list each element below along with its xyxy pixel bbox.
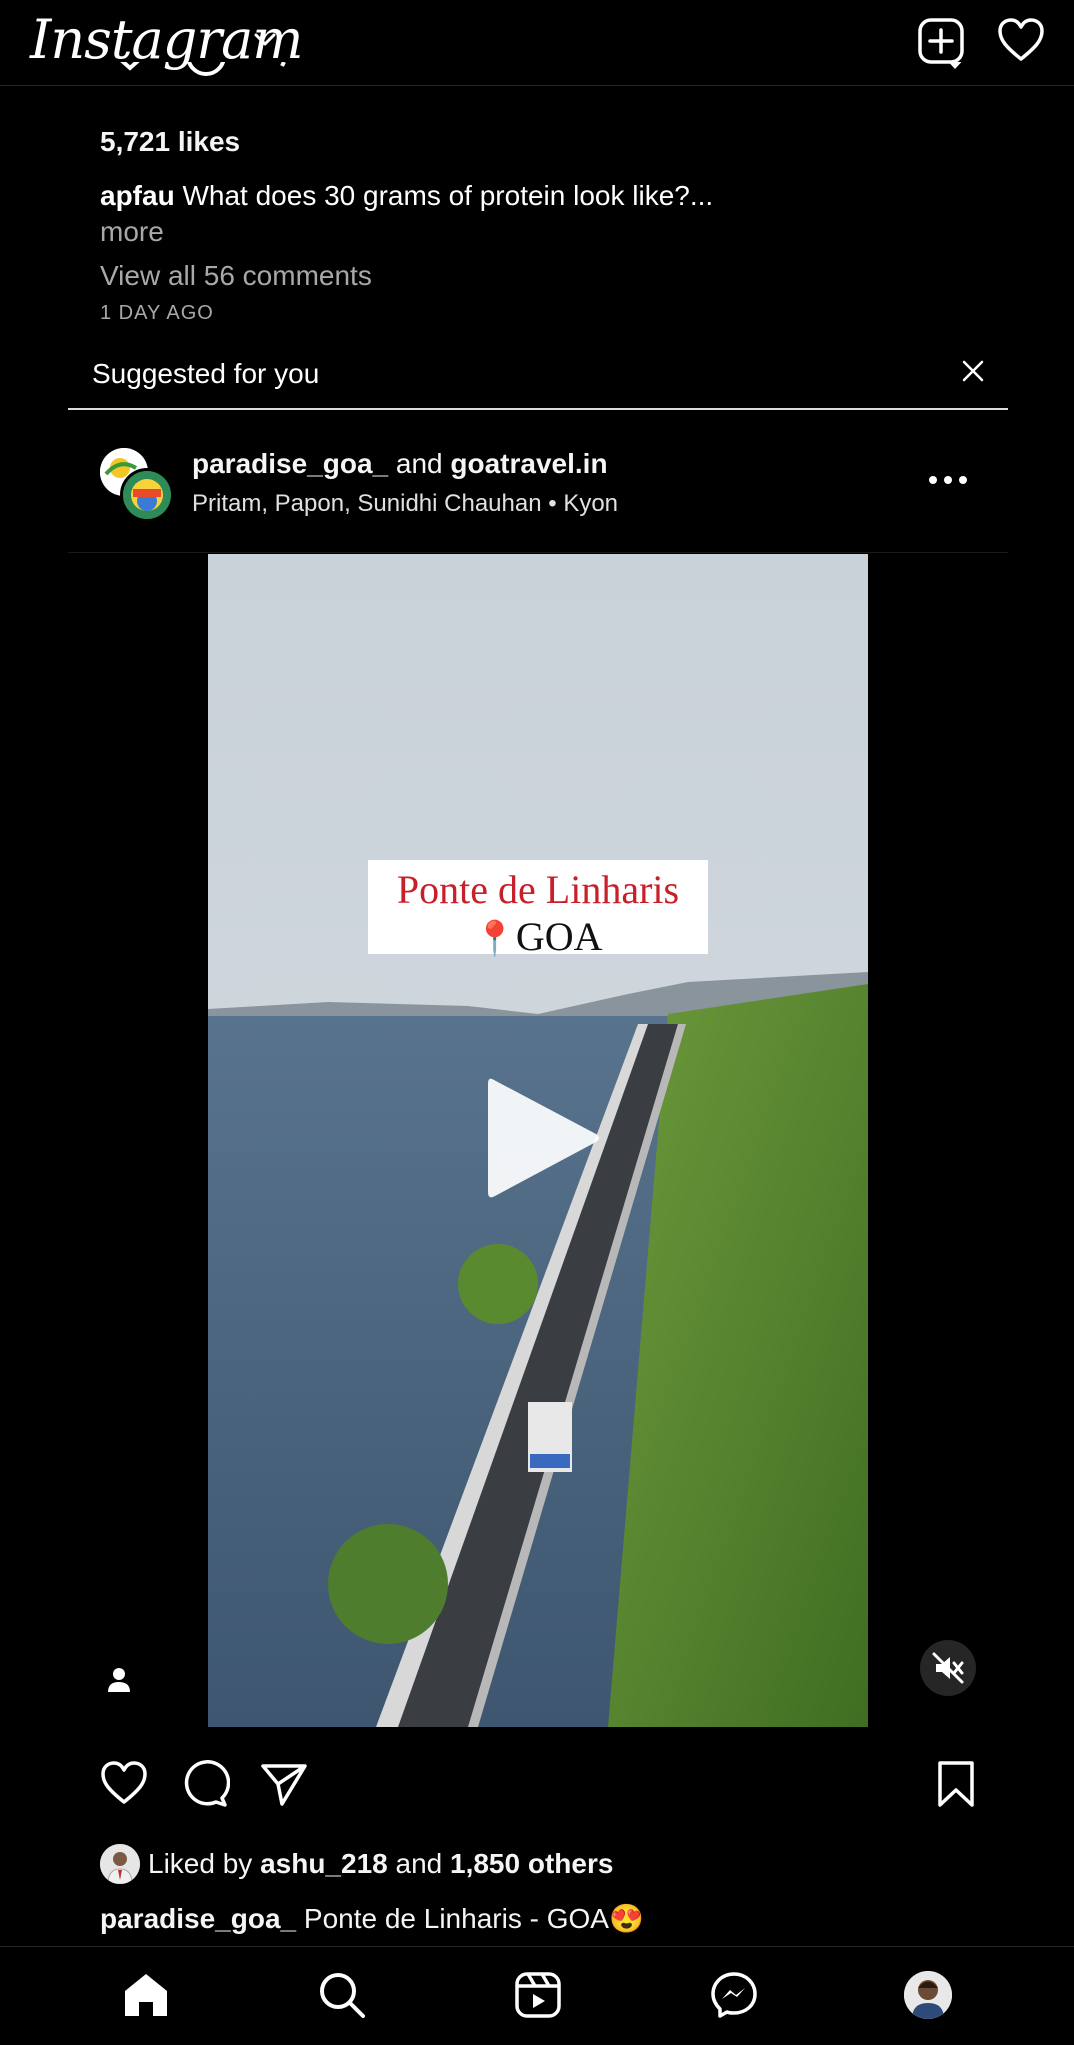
search-icon[interactable]: [316, 1969, 368, 2021]
collab-avatars[interactable]: [100, 448, 174, 522]
and-text: and: [395, 448, 443, 479]
overlay-line-2-text: GOA: [515, 914, 603, 959]
username-2[interactable]: goatravel.in: [450, 448, 607, 479]
view-comments-link[interactable]: View all 56 comments: [100, 260, 372, 292]
overlay-line-2: 📍GOA: [368, 913, 708, 960]
post-timestamp: 1 DAY AGO: [100, 302, 214, 324]
audio-song: Kyon: [563, 490, 619, 517]
username-1[interactable]: paradise_goa_: [192, 448, 388, 479]
heart-eyes-emoji: 😍: [608, 1903, 644, 1934]
liked-username[interactable]: ashu_218: [260, 1848, 388, 1879]
comment-icon[interactable]: [178, 1758, 230, 1810]
tagged-people-icon[interactable]: [103, 1664, 135, 1696]
profile-avatar[interactable]: [904, 1971, 952, 2019]
post-usernames: paradise_goa_ and goatravel.in: [192, 448, 608, 480]
post-actions: [0, 1758, 1074, 1818]
reels-icon[interactable]: [512, 1969, 564, 2021]
audio-info[interactable]: Pritam, Papon, Sunidhi Chauhan • Kyon: [192, 490, 618, 518]
audio-separator: •: [548, 490, 557, 517]
liked-prefix: Liked by: [148, 1848, 253, 1879]
top-bar: Instagram: [0, 0, 1074, 86]
heart-icon[interactable]: [996, 16, 1046, 66]
caption-text: Ponte de Linharis - GOA: [303, 1903, 609, 1934]
suggested-header: Suggested for you: [68, 338, 1008, 410]
suggested-label: Suggested for you: [92, 358, 320, 389]
video-overlay-title: Ponte de Linharis 📍GOA: [368, 860, 708, 959]
speaker-muted-icon: [932, 1652, 964, 1684]
liked-and: and: [395, 1848, 443, 1879]
liked-others[interactable]: 1,850 others: [450, 1848, 613, 1879]
messenger-icon[interactable]: [708, 1969, 760, 2021]
reel-video[interactable]: Ponte de Linharis 📍GOA: [208, 554, 868, 1727]
location-pin-icon: 📍: [473, 921, 516, 958]
mute-button[interactable]: [920, 1640, 976, 1696]
share-icon[interactable]: [258, 1758, 310, 1810]
post-header: paradise_goa_ and goatravel.in Pritam, P…: [68, 420, 1008, 553]
close-icon[interactable]: [958, 356, 988, 386]
play-icon[interactable]: [478, 1068, 608, 1208]
home-icon[interactable]: [120, 1969, 172, 2021]
caption-username[interactable]: paradise_goa_: [100, 1903, 296, 1934]
avatar[interactable]: [120, 468, 174, 522]
liked-by-text: Liked by ashu_218 and 1,850 others: [148, 1848, 613, 1880]
bottom-navigation: [0, 1946, 1074, 2045]
caption-username[interactable]: apfau: [100, 180, 175, 211]
post-caption: paradise_goa_ Ponte de Linharis - GOA😍: [100, 1902, 644, 1935]
heart-icon[interactable]: [98, 1758, 150, 1810]
more-link[interactable]: more: [100, 216, 164, 248]
audio-artists: Pritam, Papon, Sunidhi Chauhan: [192, 490, 542, 517]
bookmark-icon[interactable]: [930, 1758, 982, 1810]
likes-count[interactable]: 5,721 likes: [100, 126, 240, 158]
chevron-down-icon[interactable]: [250, 24, 280, 54]
new-post-icon[interactable]: [916, 16, 966, 66]
avatar[interactable]: [100, 1844, 140, 1884]
caption-text: What does 30 grams of protein look like?…: [182, 180, 714, 211]
overlay-line-1: Ponte de Linharis: [396, 867, 680, 912]
caption: apfau What does 30 grams of protein look…: [100, 180, 713, 212]
more-options-icon[interactable]: [926, 470, 970, 490]
